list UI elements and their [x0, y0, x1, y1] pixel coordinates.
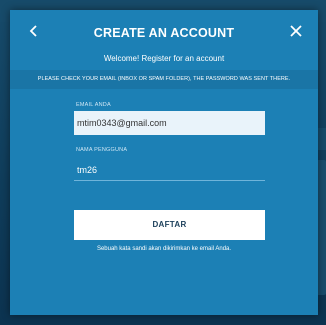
username-field[interactable]: tm26	[74, 165, 265, 181]
modal-subtitle: Welcome! Register for an account	[103, 54, 225, 63]
close-icon[interactable]	[286, 21, 306, 41]
password-info-text: Sebuah kata sandi akan dikirimkan ke ema…	[96, 246, 232, 252]
register-button[interactable]: DAFTAR	[74, 210, 265, 240]
chevron-left-icon[interactable]	[24, 21, 44, 41]
username-label: NAMA PENGGUNA	[76, 147, 128, 153]
email-field[interactable]: mtim0343@gmail.com	[74, 111, 265, 135]
email-label: EMAIL ANDA	[76, 102, 111, 108]
notice-banner: PLEASE CHECK YOUR EMAIL (INBOX OR SPAM F…	[10, 70, 318, 89]
register-modal: CREATE AN ACCOUNT Welcome! Register for …	[10, 10, 318, 315]
modal-title: CREATE AN ACCOUNT	[93, 26, 235, 40]
modal-header: CREATE AN ACCOUNT	[10, 10, 318, 58]
